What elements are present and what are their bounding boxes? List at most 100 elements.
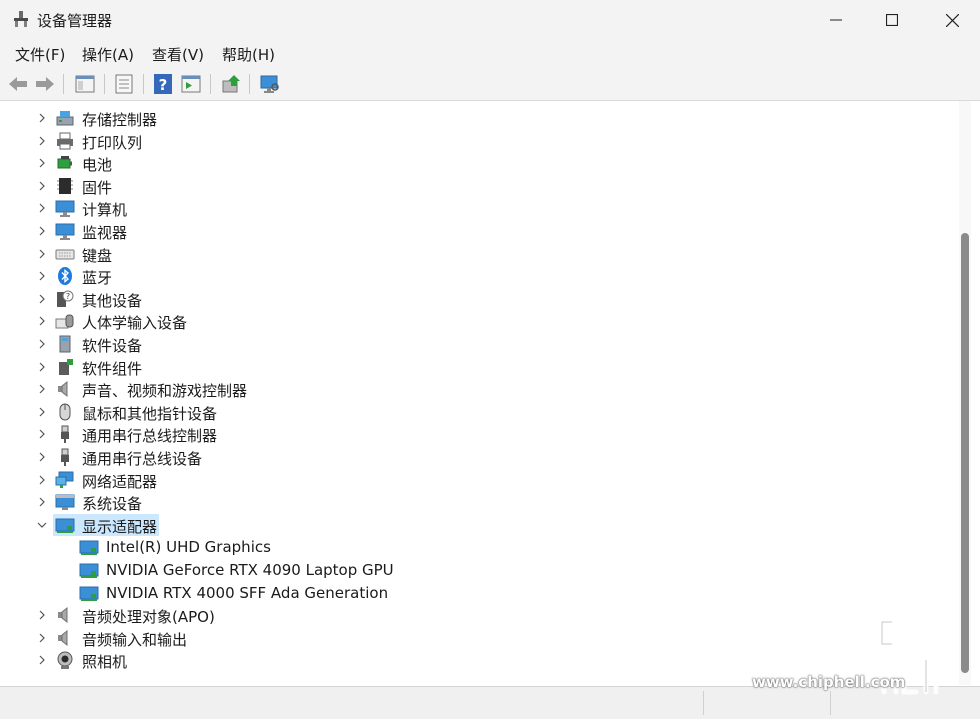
menu-file[interactable]: 文件(F)	[15, 44, 65, 65]
expand-chevron-icon[interactable]	[35, 494, 49, 510]
expand-chevron-icon[interactable]	[35, 268, 49, 284]
expand-chevron-icon[interactable]	[35, 246, 49, 262]
tree-device[interactable]: Intel(R) UHD Graphics	[5, 536, 959, 558]
tree-device-label: Intel(R) UHD Graphics	[106, 538, 271, 556]
scan-hardware-icon[interactable]	[259, 73, 281, 95]
close-button[interactable]	[924, 0, 980, 40]
tree-category[interactable]: 软件设备	[5, 333, 959, 355]
system-device-icon	[55, 494, 75, 510]
expand-chevron-icon[interactable]	[35, 291, 49, 307]
tree-item-label: 电池	[82, 156, 113, 174]
tree-category[interactable]: 蓝牙	[5, 265, 959, 287]
status-divider	[830, 691, 831, 715]
expand-chevron-icon[interactable]	[35, 652, 49, 668]
firmware-icon	[57, 178, 73, 194]
properties-icon[interactable]	[113, 73, 135, 95]
expand-chevron-icon[interactable]	[35, 607, 49, 623]
action-pane-icon[interactable]	[180, 73, 202, 95]
vertical-scrollbar[interactable]	[959, 101, 971, 685]
title-bar: 设备管理器	[0, 0, 980, 40]
tree-device[interactable]: NVIDIA GeForce RTX 4090 Laptop GPU	[5, 559, 959, 581]
usb-icon	[61, 448, 69, 466]
tree-category[interactable]: 键盘	[5, 243, 959, 265]
show-hide-tree-icon[interactable]	[74, 73, 96, 95]
toolbar-separator	[143, 74, 144, 94]
tree-category[interactable]: 监视器	[5, 220, 959, 242]
tree-item-label: 软件设备	[82, 337, 143, 355]
expand-chevron-icon[interactable]	[35, 404, 49, 420]
maximize-button[interactable]	[864, 0, 920, 40]
expand-chevron-icon[interactable]	[35, 313, 49, 329]
tree-item-label: 存储控制器	[82, 111, 158, 129]
help-icon[interactable]: ?	[152, 73, 174, 95]
tree-item-label: 键盘	[82, 247, 113, 265]
tree-item-label: 固件	[82, 179, 113, 197]
tree-category[interactable]: 系统设备	[5, 491, 959, 513]
tree-category[interactable]: 通用串行总线控制器	[5, 423, 959, 445]
tree-category[interactable]: 固件	[5, 175, 959, 197]
forward-arrow-icon[interactable]	[34, 73, 56, 95]
tree-item-label: 显示适配器	[82, 518, 158, 536]
maximize-icon	[886, 14, 898, 26]
device-tree[interactable]: 存储控制器 打印队列电池固件 计算机 监视器键盘 蓝牙? 其他设备人体学输入设备 软件设备软…	[5, 101, 959, 685]
minimize-button[interactable]	[808, 0, 864, 40]
tree-category[interactable]: 音频处理对象(APO)	[5, 604, 959, 626]
tree-category[interactable]: 音频输入和输出	[5, 627, 959, 649]
expand-chevron-icon[interactable]	[35, 223, 49, 239]
tree-item-label: 音频处理对象(APO)	[82, 608, 215, 626]
software-device-icon	[59, 335, 71, 353]
expand-chevron-icon[interactable]	[35, 178, 49, 194]
minimize-icon	[830, 19, 842, 21]
expand-chevron-icon[interactable]	[35, 359, 49, 375]
expand-chevron-icon[interactable]	[35, 472, 49, 488]
camera-icon	[57, 651, 73, 669]
storage-controller-icon	[56, 111, 74, 126]
expand-chevron-icon[interactable]	[35, 110, 49, 126]
software-component-icon	[59, 359, 73, 375]
tree-item-label: 音频输入和输出	[82, 631, 188, 649]
tree-category[interactable]: 电池	[5, 152, 959, 174]
update-driver-icon[interactable]	[220, 73, 242, 95]
expand-chevron-icon[interactable]	[35, 200, 49, 216]
toolbar-separator	[210, 74, 211, 94]
tree-category[interactable]: 声音、视频和游戏控制器	[5, 378, 959, 400]
tree-category[interactable]: 网络适配器	[5, 469, 959, 491]
tree-device-label: NVIDIA GeForce RTX 4090 Laptop GPU	[106, 561, 394, 579]
tree-item-label: 通用串行总线控制器	[82, 427, 218, 445]
display-adapter-icon	[79, 540, 99, 555]
tree-category[interactable]: 显示适配器	[5, 514, 959, 536]
tree-device[interactable]: NVIDIA RTX 4000 SFF Ada Generation	[5, 582, 959, 604]
tree-category[interactable]: 打印队列	[5, 130, 959, 152]
expand-chevron-icon[interactable]	[35, 449, 49, 465]
tree-category[interactable]: 鼠标和其他指针设备	[5, 401, 959, 423]
expand-chevron-icon[interactable]	[35, 630, 49, 646]
expand-chevron-icon[interactable]	[35, 133, 49, 149]
svg-text:?: ?	[66, 292, 70, 301]
menu-action[interactable]: 操作(A)	[82, 44, 134, 65]
tree-item-label: 人体学输入设备	[82, 314, 188, 332]
usb-icon	[61, 425, 69, 443]
tree-category[interactable]: 通用串行总线设备	[5, 446, 959, 468]
battery-icon	[57, 156, 72, 169]
tree-category[interactable]: 软件组件	[5, 356, 959, 378]
tree-item-label: 软件组件	[82, 360, 143, 378]
menu-help[interactable]: 帮助(H)	[222, 44, 275, 65]
expand-chevron-icon[interactable]	[35, 336, 49, 352]
tree-category[interactable]: 存储控制器	[5, 107, 959, 129]
expand-chevron-icon[interactable]	[35, 155, 49, 171]
speaker-icon	[58, 380, 68, 398]
mouse-icon	[59, 403, 71, 421]
tree-category[interactable]: 人体学输入设备	[5, 310, 959, 332]
close-icon	[945, 13, 959, 27]
back-arrow-icon[interactable]	[7, 73, 29, 95]
computer-icon	[55, 200, 75, 217]
collapse-chevron-icon[interactable]	[35, 517, 49, 533]
status-divider	[703, 691, 704, 715]
expand-chevron-icon[interactable]	[35, 381, 49, 397]
tree-item-label: 网络适配器	[82, 473, 158, 491]
tree-category[interactable]: 照相机	[5, 649, 959, 671]
tree-category[interactable]: 计算机	[5, 197, 959, 219]
expand-chevron-icon[interactable]	[35, 426, 49, 442]
tree-category[interactable]: ? 其他设备	[5, 288, 959, 310]
menu-view[interactable]: 查看(V)	[152, 44, 204, 65]
